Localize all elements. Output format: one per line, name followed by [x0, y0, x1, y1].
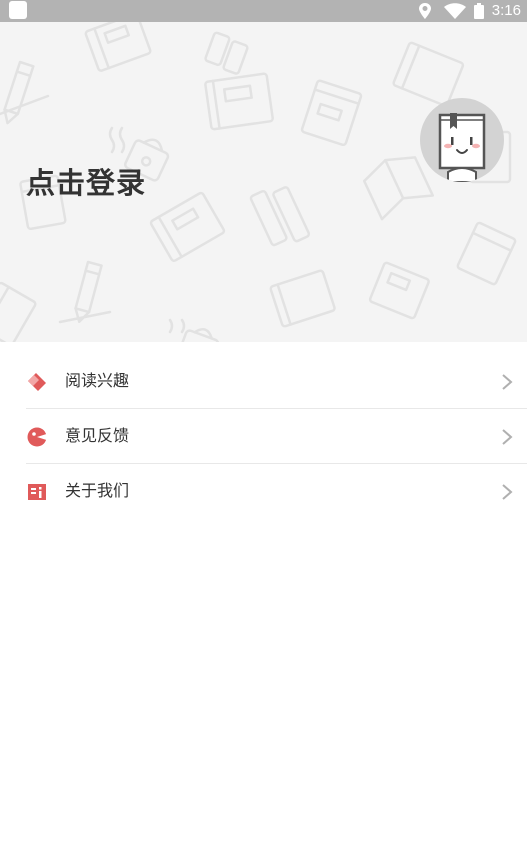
status-time: 3:16 [491, 2, 521, 19]
location-icon [418, 3, 431, 19]
feedback-pie-icon [26, 426, 48, 448]
avatar[interactable] [420, 98, 504, 182]
book-mascot-avatar-icon [438, 113, 486, 182]
status-bar: 3:16 [0, 0, 527, 22]
menu-item-label: 阅读兴趣 [65, 371, 130, 390]
menu-item-about-us[interactable]: 关于我们 [26, 464, 527, 519]
chevron-right-icon [502, 374, 513, 390]
chevron-right-icon [502, 484, 513, 500]
bookmark-tag-icon [26, 371, 48, 393]
menu-item-label: 关于我们 [65, 481, 130, 500]
about-book-icon [26, 481, 48, 503]
menu-item-label: 意见反馈 [65, 426, 130, 445]
wifi-icon [443, 3, 466, 19]
status-icons: 3:16 [418, 0, 521, 22]
menu-item-feedback[interactable]: 意见反馈 [26, 409, 527, 464]
menu-item-reading-interest[interactable]: 阅读兴趣 [26, 354, 527, 409]
battery-icon [473, 3, 484, 19]
menu-list: 阅读兴趣 意见反馈 关于我们 [0, 354, 527, 519]
chevron-right-icon [502, 429, 513, 445]
login-prompt[interactable]: 点击登录 [26, 160, 146, 202]
profile-header: 点击登录 [0, 22, 527, 342]
app-notification-icon [9, 1, 27, 19]
